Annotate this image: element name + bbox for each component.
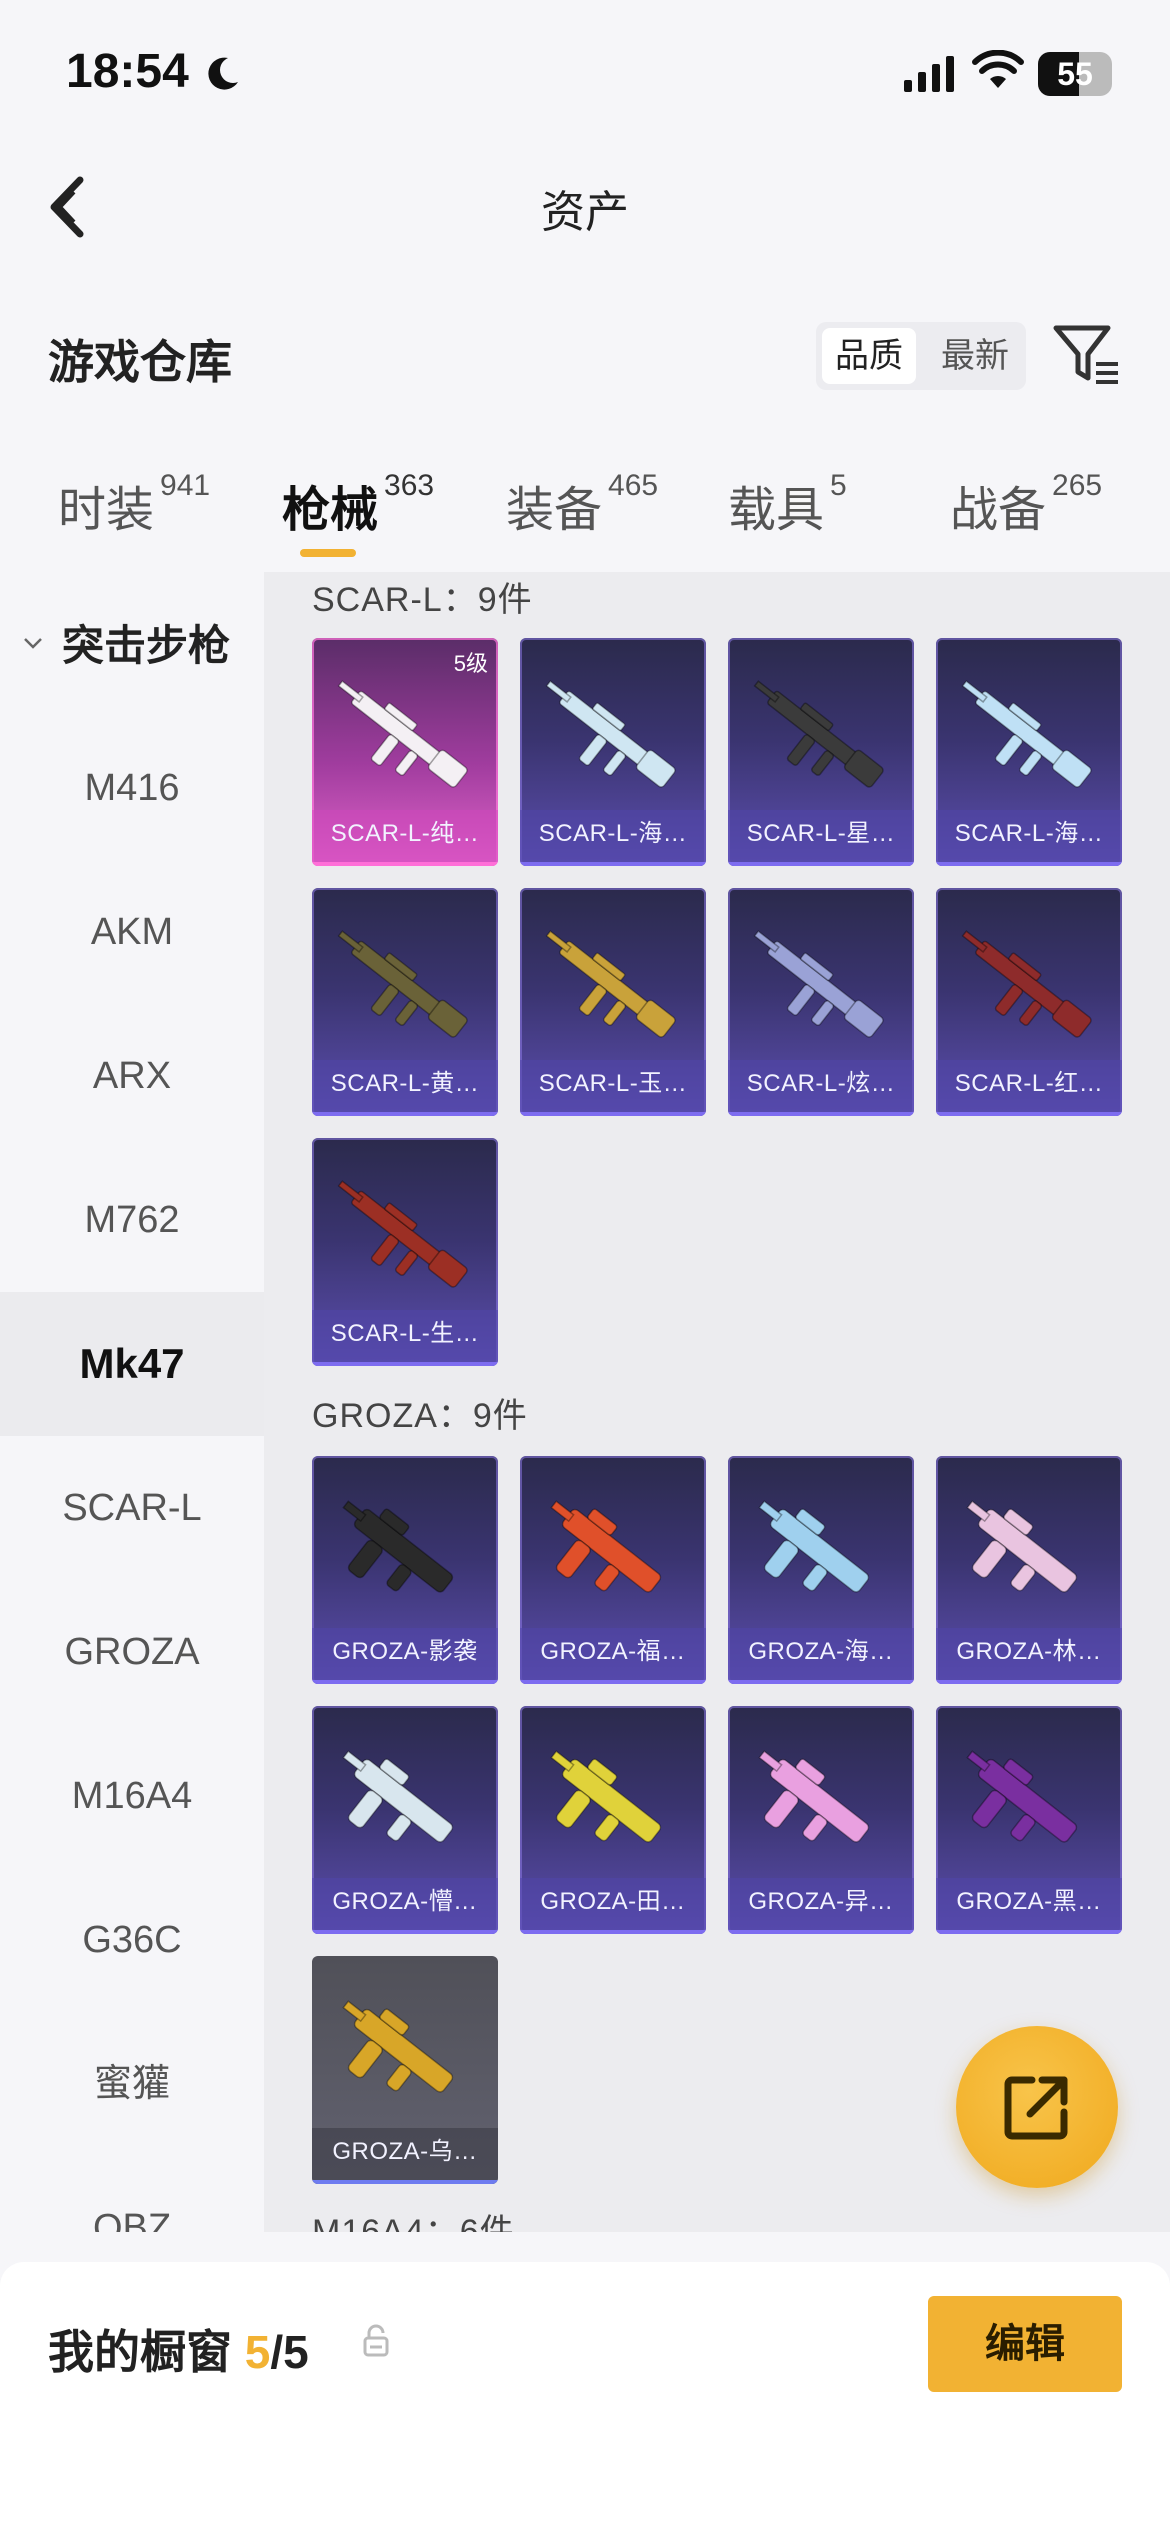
skin-card[interactable]: SCAR-L-玉… [520, 888, 706, 1116]
group-label-m16a4: M16A4：6件 [312, 2213, 515, 2232]
skin-card-label: SCAR-L-海… [936, 810, 1122, 866]
status-time: 18:54 [66, 45, 189, 98]
skin-card[interactable]: SCAR-L-海… [936, 638, 1122, 866]
sidebar-item-arx[interactable]: ARX [0, 1004, 264, 1148]
skin-card[interactable]: SCAR-L-生… [312, 1138, 498, 1366]
skin-card-label: SCAR-L-生… [312, 1310, 498, 1366]
skin-card-label: GROZA-海… [728, 1628, 914, 1684]
warehouse-title: 游戏仓库 [48, 336, 232, 388]
sidebar-item-honey-badger[interactable]: 蜜獾 [0, 2012, 264, 2156]
sidebar-item-m416[interactable]: M416 [0, 716, 264, 860]
sidebar-item-m16a4[interactable]: M16A4 [0, 1724, 264, 1868]
battery-indicator: 55 [1038, 52, 1112, 96]
sidebar-item-groza[interactable]: GROZA [0, 1580, 264, 1724]
tab-outfits[interactable]: 时装 941 [58, 469, 210, 540]
skin-card-label: GROZA-懵… [312, 1878, 498, 1934]
scar-l-rifle-image [961, 930, 1092, 1038]
skin-card[interactable]: SCAR-L-海… [520, 638, 706, 866]
group-label-scar-l: SCAR-L：9件 [312, 581, 533, 619]
scar-l-rifle-image [337, 930, 468, 1038]
scar-l-rifle-image [753, 930, 884, 1038]
groza-rifle-image [342, 2000, 454, 2093]
edit-button[interactable]: 编辑 [928, 2296, 1122, 2392]
skin-card-label: SCAR-L-海… [520, 810, 706, 866]
groza-rifle-image [342, 1500, 454, 1593]
sidebar-item-qbz[interactable]: QBZ [0, 2156, 264, 2232]
page-title: 资产 [541, 188, 629, 237]
share-icon [1004, 2076, 1068, 2140]
skin-card-label: GROZA-林… [936, 1628, 1122, 1684]
filter-icon[interactable] [1052, 322, 1120, 386]
skin-card-label: GROZA-黑… [936, 1878, 1122, 1934]
skin-card[interactable]: 5级 SCAR-L-纯… [312, 638, 498, 866]
skin-card-label: GROZA-福… [520, 1628, 706, 1684]
sidebar-item-g36c[interactable]: G36C [0, 1868, 264, 2012]
tab-guns[interactable]: 枪械 363 [282, 469, 434, 540]
lock-icon [363, 2324, 389, 2357]
battery-level: 55 [1057, 56, 1093, 92]
tab-vehicles[interactable]: 载具 5 [728, 469, 847, 540]
skin-card[interactable]: GROZA-福… [520, 1456, 706, 1684]
skin-card-label: SCAR-L-纯… [312, 810, 498, 866]
showcase-label: 我的橱窗 5/5 [48, 2326, 309, 2378]
scar-l-rifle-image [337, 1180, 468, 1288]
sidebar-item-mk47[interactable]: Mk47 [0, 1292, 264, 1436]
skin-card[interactable]: GROZA-田… [520, 1706, 706, 1934]
tab-supplies[interactable]: 战备 265 [950, 469, 1102, 540]
groza-rifle-image [342, 1750, 454, 1843]
groza-rifle-image [758, 1750, 870, 1843]
skin-card-label: GROZA-乌… [312, 2128, 498, 2184]
sort-newest-button[interactable]: 最新 [928, 328, 1022, 384]
skin-card-label: GROZA-影袭 [312, 1628, 498, 1684]
chevron-down-icon [24, 638, 42, 649]
skin-card[interactable]: SCAR-L-黄… [312, 888, 498, 1116]
skin-card[interactable]: GROZA-乌… [312, 1956, 498, 2184]
showcase-bar: 我的橱窗 5/5 编辑 [0, 2262, 1170, 2532]
cellular-signal-icon [904, 56, 954, 92]
scar-l-rifle-image [545, 930, 676, 1038]
share-button[interactable] [956, 2026, 1118, 2188]
skin-card-label: SCAR-L-星… [728, 810, 914, 866]
sidebar-item-akm[interactable]: AKM [0, 860, 264, 1004]
scar-l-rifle-image [961, 680, 1092, 788]
scar-l-rifle-image [337, 680, 468, 788]
skin-card[interactable]: SCAR-L-红… [936, 888, 1122, 1116]
skin-card-label: SCAR-L-炫… [728, 1060, 914, 1116]
skin-card[interactable]: GROZA-懵… [312, 1706, 498, 1934]
groza-rifle-image [966, 1750, 1078, 1843]
sort-quality-button[interactable]: 品质 [822, 328, 916, 384]
level-badge: 5级 [453, 651, 488, 676]
skin-card[interactable]: GROZA-海… [728, 1456, 914, 1684]
skin-card-label: GROZA-异… [728, 1878, 914, 1934]
group-label-groza: GROZA：9件 [312, 1397, 528, 1435]
skin-card-label: SCAR-L-红… [936, 1060, 1122, 1116]
sidebar-item-m762[interactable]: M762 [0, 1148, 264, 1292]
wifi-icon [972, 50, 1024, 88]
active-tab-indicator [300, 549, 356, 557]
moon-icon [208, 57, 238, 90]
scar-l-rifle-image [753, 680, 884, 788]
groza-rifle-image [550, 1500, 662, 1593]
weapon-skin-grid: SCAR-L：9件 5级 SCAR-L-纯… SCAR-L-海… SCAR-L-… [264, 572, 1170, 2232]
groza-rifle-image [550, 1750, 662, 1843]
skin-card[interactable]: GROZA-影袭 [312, 1456, 498, 1684]
skin-card[interactable]: SCAR-L-炫… [728, 888, 914, 1116]
skin-card[interactable]: GROZA-林… [936, 1456, 1122, 1684]
sidebar-group-assault-rifles[interactable]: 突击步枪 [22, 612, 230, 673]
sort-toggle: 品质 最新 [816, 322, 1026, 390]
status-bar: 18:54 55 [0, 0, 1170, 150]
groza-rifle-image [758, 1500, 870, 1593]
skin-card-label: SCAR-L-玉… [520, 1060, 706, 1116]
sidebar-item-scar-l[interactable]: SCAR-L [0, 1436, 264, 1580]
tab-equipment[interactable]: 装备 465 [506, 469, 658, 540]
weapon-sidebar: 突击步枪 M416 AKM ARX M762 Mk47 SCAR-L GROZA… [0, 572, 264, 2232]
scar-l-rifle-image [545, 680, 676, 788]
skin-card[interactable]: GROZA-异… [728, 1706, 914, 1934]
skin-card[interactable]: SCAR-L-星… [728, 638, 914, 866]
skin-card[interactable]: GROZA-黑… [936, 1706, 1122, 1934]
skin-card-label: GROZA-田… [520, 1878, 706, 1934]
skin-card-label: SCAR-L-黄… [312, 1060, 498, 1116]
groza-rifle-image [966, 1500, 1078, 1593]
